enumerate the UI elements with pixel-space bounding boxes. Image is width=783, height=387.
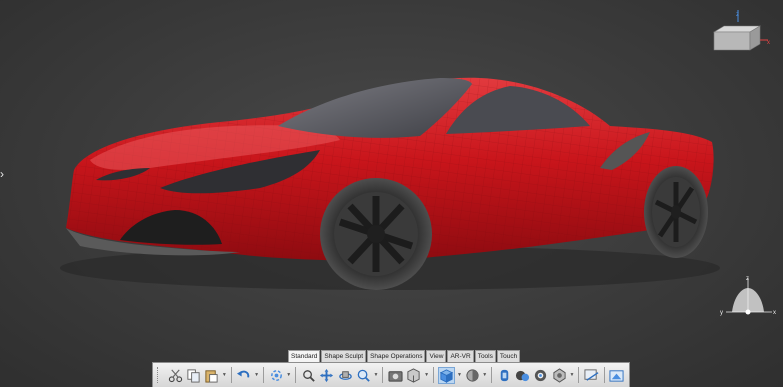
toolbar-separator xyxy=(603,367,605,383)
zoom-dropdown-icon[interactable]: ▼ xyxy=(374,367,379,384)
shading-dropdown-icon[interactable]: ▼ xyxy=(482,367,487,384)
paste-dropdown-icon[interactable]: ▼ xyxy=(222,367,227,384)
pan-icon[interactable] xyxy=(319,367,335,384)
update-dropdown-icon[interactable]: ▼ xyxy=(286,367,291,384)
view-cube-icon[interactable]: z x xyxy=(700,8,778,58)
3d-viewport[interactable]: › z x z y x Standard Shape Sculpt Shape … xyxy=(0,0,783,387)
undo-icon[interactable] xyxy=(236,367,252,384)
capture-icon[interactable] xyxy=(387,367,403,384)
iso-view-icon[interactable] xyxy=(437,366,455,384)
toolbar-separator xyxy=(382,367,384,383)
toolbar-separator xyxy=(491,367,493,383)
triad-axis-z: z xyxy=(746,276,749,282)
shading-icon[interactable] xyxy=(464,367,480,384)
toolbar-separator xyxy=(230,367,232,383)
triad-axis-y: y xyxy=(720,310,723,316)
toolbar-separator xyxy=(263,367,264,383)
standard-toolbar: ▼ ▼ ▼ ▼ ▼ ▼ ▼ ▼ xyxy=(152,362,630,387)
tab-touch[interactable]: Touch xyxy=(496,350,521,362)
iso-view-dropdown-icon[interactable]: ▼ xyxy=(457,367,462,384)
copy-icon[interactable] xyxy=(185,367,201,384)
tab-shape-operations[interactable]: Shape Operations xyxy=(367,350,426,362)
swap-visible-space-icon[interactable] xyxy=(515,367,531,384)
undo-dropdown-icon[interactable]: ▼ xyxy=(254,367,259,384)
fly-mode-icon[interactable] xyxy=(300,367,316,384)
tab-tools[interactable]: Tools xyxy=(474,350,496,362)
panel-expand-icon[interactable]: › xyxy=(0,167,10,181)
car-model[interactable] xyxy=(0,0,783,387)
cube-axis-x: x xyxy=(767,40,770,46)
tab-shape-sculpt[interactable]: Shape Sculpt xyxy=(321,350,367,362)
tab-ar-vr[interactable]: AR-VR xyxy=(447,350,474,362)
paste-icon[interactable] xyxy=(204,367,220,384)
render-icon[interactable] xyxy=(551,367,567,384)
triad-axis-x: x xyxy=(773,310,776,316)
tab-standard[interactable]: Standard xyxy=(288,350,321,362)
render-dropdown-icon[interactable]: ▼ xyxy=(569,367,574,384)
axis-triad-icon: z y x xyxy=(720,276,776,316)
analysis-icon[interactable] xyxy=(609,367,625,384)
materials-icon[interactable] xyxy=(533,367,549,384)
measure-icon[interactable] xyxy=(583,367,599,384)
tab-view[interactable]: View xyxy=(426,350,447,362)
hide-show-icon[interactable] xyxy=(496,367,512,384)
update-icon[interactable] xyxy=(268,367,284,384)
toolbar-separator xyxy=(433,367,434,383)
cube-axis-z: z xyxy=(736,12,739,18)
toolbar-grip[interactable] xyxy=(157,367,162,383)
cut-icon[interactable] xyxy=(167,367,183,384)
normal-view-icon[interactable] xyxy=(406,367,422,384)
toolbar-separator xyxy=(295,367,297,383)
toolbar-separator xyxy=(578,367,580,383)
normal-view-dropdown-icon[interactable]: ▼ xyxy=(424,367,429,384)
zoom-icon[interactable] xyxy=(355,367,371,384)
rotate-icon[interactable] xyxy=(337,367,353,384)
